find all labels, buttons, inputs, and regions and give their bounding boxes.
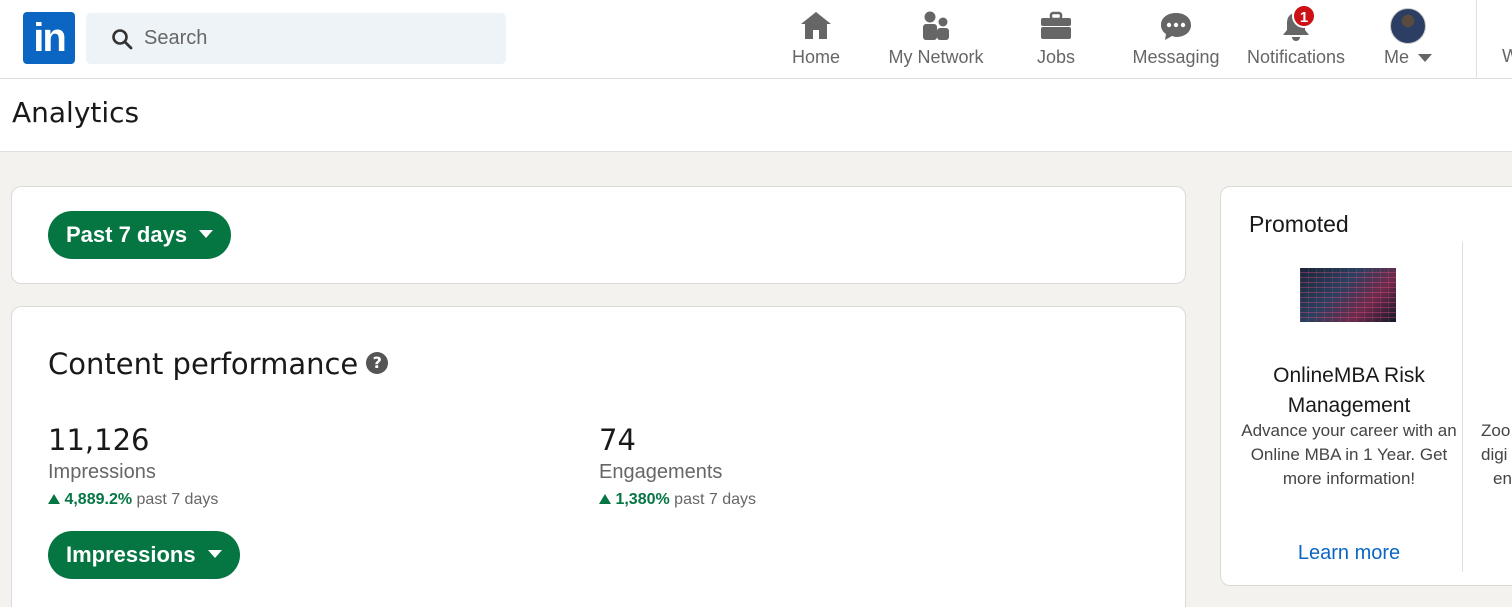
briefcase-icon [1041, 11, 1071, 39]
metric-label: Engagements [599, 461, 723, 483]
content-performance-card: Content performance? 11,126 Impressions … [11, 306, 1186, 607]
metric-change-value: 1,380% [615, 491, 670, 508]
nav-for-business-cut[interactable]: W [1502, 46, 1512, 67]
metric-change: 1,380% past 7 days [599, 491, 756, 509]
date-range-dropdown[interactable]: Past 7 days [48, 211, 232, 259]
next-ad-line: en [1493, 469, 1512, 488]
caret-down-icon [207, 550, 222, 559]
nav-jobs[interactable]: Jobs [1016, 8, 1096, 72]
search-bar[interactable] [86, 13, 506, 64]
metric-selector-dropdown[interactable]: Impressions [48, 531, 240, 579]
section-title: Content performance? [48, 347, 389, 381]
next-ad-cut: Zoo digi en [1481, 419, 1512, 491]
ad-image[interactable] [1300, 268, 1396, 322]
page-title: Analytics [12, 96, 140, 129]
ad-name[interactable]: OnlineMBA Risk Management [1231, 361, 1467, 421]
nav-divider [1476, 0, 1477, 78]
metric-label: Impressions [48, 461, 156, 483]
caret-down-icon [1418, 54, 1433, 62]
nav-notifications-label: Notifications [1246, 47, 1346, 67]
nav-me-label-wrap: Me [1376, 47, 1440, 68]
linkedin-logo[interactable]: in [23, 12, 75, 64]
metric-value: 74 [599, 423, 636, 457]
date-range-label: Past 7 days [66, 222, 188, 247]
metric-change-period: past 7 days [136, 491, 219, 508]
home-icon [801, 12, 831, 39]
notification-badge: 1 [1292, 4, 1316, 28]
nav-messaging-label: Messaging [1132, 47, 1220, 67]
learn-more-link[interactable]: Learn more [1231, 542, 1467, 565]
metric-engagements: 74 Engagements 1,380% past 7 days [599, 423, 756, 509]
caret-down-icon [199, 230, 214, 239]
ad-description: Advance your career with an Online MBA i… [1241, 421, 1457, 488]
avatar [1390, 8, 1426, 44]
metric-value: 11,126 [48, 423, 150, 457]
metric-change: 4,889.2% past 7 days [48, 491, 218, 509]
promoted-title: Promoted [1249, 211, 1349, 237]
nav-me[interactable]: Me [1376, 8, 1440, 72]
nav-messaging[interactable]: Messaging [1128, 8, 1224, 72]
top-nav: in Home My Network Jobs [0, 0, 1512, 79]
arrow-up-icon [599, 494, 611, 504]
people-icon [923, 11, 949, 40]
next-ad-line: digi [1481, 445, 1508, 464]
next-ad-line: Zoo [1481, 421, 1511, 440]
nav-my-network[interactable]: My Network [880, 8, 992, 72]
metric-change-period: past 7 days [674, 491, 756, 508]
help-icon[interactable]: ? [366, 352, 389, 374]
search-input[interactable] [144, 13, 484, 64]
nav-my-network-label: My Network [888, 47, 984, 67]
nav-jobs-label: Jobs [1036, 47, 1076, 67]
content-performance-title: Content performance [48, 347, 359, 381]
nav-home-label: Home [791, 47, 840, 67]
ad-divider [1462, 242, 1463, 572]
filter-card: Past 7 days [11, 186, 1186, 284]
nav-notifications[interactable]: 1 Notifications [1240, 4, 1352, 72]
arrow-up-icon [48, 494, 60, 504]
metric-change-value: 4,889.2% [64, 491, 133, 508]
nav-me-label: Me [1383, 47, 1409, 67]
chat-icon [1161, 13, 1191, 40]
notifications-icon-wrap: 1 [1278, 4, 1316, 44]
metric-impressions: 11,126 Impressions 4,889.2% past 7 days [48, 423, 218, 509]
metric-selector-label: Impressions [66, 542, 196, 567]
nav-home[interactable]: Home [776, 8, 856, 72]
search-icon [112, 29, 133, 50]
promoted-card: Promoted OnlineMBA Risk Management Advan… [1220, 186, 1512, 586]
page-header: Analytics [0, 79, 1512, 152]
